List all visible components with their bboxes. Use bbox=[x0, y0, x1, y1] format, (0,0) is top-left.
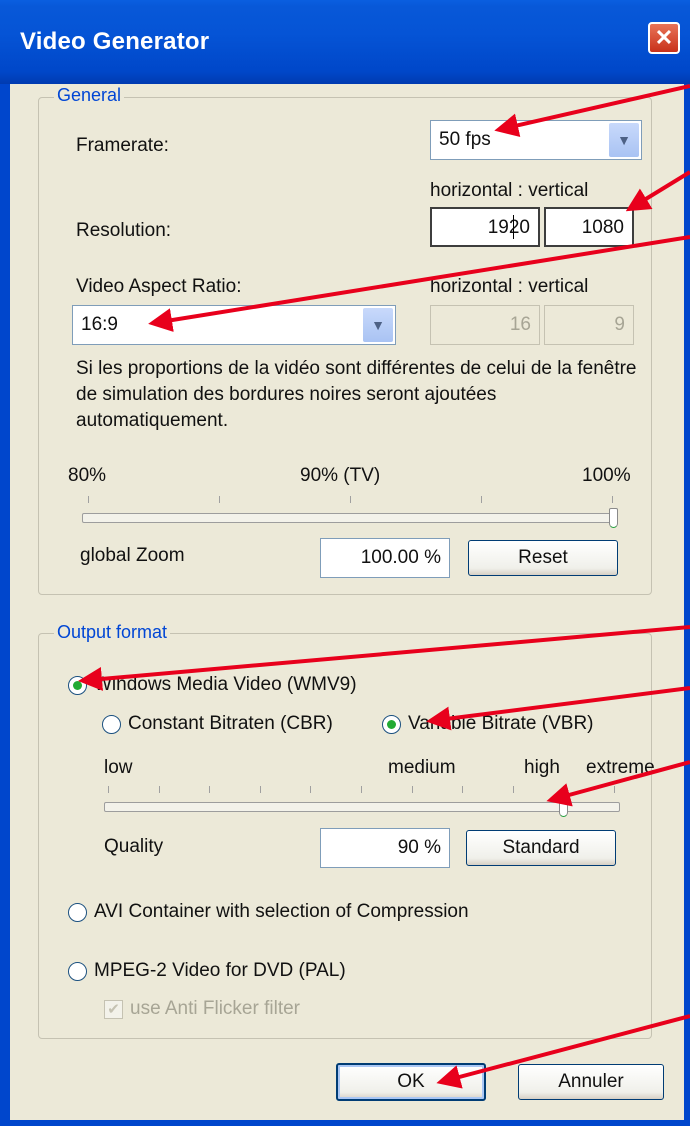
wmv-radio[interactable] bbox=[68, 676, 87, 695]
slider-tick bbox=[350, 496, 351, 503]
resolution-horizontal-input[interactable]: 1920 bbox=[430, 207, 540, 247]
window-title: Video Generator bbox=[20, 28, 210, 55]
slider-tick bbox=[158, 786, 160, 793]
chevron-down-icon[interactable]: ▼ bbox=[363, 308, 393, 342]
general-legend: General bbox=[54, 85, 125, 106]
aspect-ratio-value: 16:9 bbox=[81, 314, 118, 335]
zoom-label: global Zoom bbox=[80, 545, 185, 566]
antiflicker-label: use Anti Flicker filter bbox=[130, 998, 300, 1019]
framerate-value: 50 fps bbox=[439, 129, 491, 150]
resolution-vertical-input[interactable]: 1080 bbox=[544, 207, 634, 247]
cancel-button[interactable]: Annuler bbox=[518, 1064, 664, 1100]
slider-tick bbox=[411, 786, 413, 793]
aspect-hv-header: horizontal : vertical bbox=[430, 276, 589, 297]
zoom-mid-label: 90% (TV) bbox=[300, 465, 381, 486]
quality-value-field[interactable]: 90 % bbox=[320, 828, 450, 868]
cbr-radio[interactable] bbox=[102, 715, 121, 734]
close-icon[interactable]: ✕ bbox=[648, 22, 680, 54]
resolution-hv-header: horizontal : vertical bbox=[430, 180, 589, 201]
slider-tick bbox=[563, 786, 565, 793]
quality-high-label: high bbox=[524, 757, 560, 778]
quality-low-label: low bbox=[104, 757, 133, 778]
resolution-label: Resolution: bbox=[76, 220, 172, 241]
zoom-max-label: 100% bbox=[582, 465, 631, 486]
reset-button[interactable]: Reset bbox=[468, 540, 618, 576]
avi-radio[interactable] bbox=[68, 903, 87, 922]
quality-extreme-label: extreme bbox=[586, 757, 655, 778]
cbr-label[interactable]: Constant Bitraten (CBR) bbox=[128, 713, 333, 735]
wmv-label[interactable]: Windows Media Video (WMV9) bbox=[94, 674, 357, 696]
slider-tick bbox=[512, 786, 514, 793]
quality-label: Quality bbox=[104, 836, 164, 857]
slider-tick bbox=[612, 496, 613, 503]
slider-tick bbox=[88, 496, 89, 503]
title-bar: Video Generator ✕ bbox=[0, 0, 690, 84]
mpeg2-label[interactable]: MPEG-2 Video for DVD (PAL) bbox=[94, 960, 346, 982]
slider-tick bbox=[219, 496, 220, 503]
avi-label[interactable]: AVI Container with selection of Compress… bbox=[94, 901, 469, 923]
window-border-left bbox=[0, 84, 10, 1126]
text-cursor bbox=[513, 215, 514, 239]
zoom-min-label: 80% bbox=[68, 465, 107, 486]
aspect-ratio-label: Video Aspect Ratio: bbox=[76, 276, 242, 297]
slider-tick bbox=[481, 496, 482, 503]
window-border-right bbox=[684, 84, 690, 1126]
framerate-label: Framerate: bbox=[76, 135, 169, 156]
quality-slider-thumb[interactable] bbox=[559, 797, 569, 817]
slider-tick bbox=[462, 786, 464, 793]
aspect-horizontal-input: 16 bbox=[430, 305, 540, 345]
quality-slider-track[interactable] bbox=[104, 802, 620, 812]
chevron-down-icon[interactable]: ▼ bbox=[609, 123, 639, 157]
vbr-label[interactable]: Variable Bitrate (VBR) bbox=[408, 713, 594, 735]
slider-tick bbox=[209, 786, 211, 793]
slider-tick bbox=[361, 786, 362, 793]
output-legend: Output format bbox=[54, 622, 171, 643]
aspect-vertical-input: 9 bbox=[544, 305, 634, 345]
antiflicker-checkbox: ✔ bbox=[104, 1000, 123, 1019]
zoom-slider-thumb[interactable] bbox=[609, 508, 618, 528]
mpeg2-radio[interactable] bbox=[68, 962, 87, 981]
slider-tick bbox=[259, 786, 261, 793]
slider-tick bbox=[310, 786, 312, 793]
ok-button[interactable]: OK bbox=[336, 1063, 486, 1101]
window-border-bottom bbox=[0, 1120, 690, 1126]
quality-medium-label: medium bbox=[388, 757, 456, 778]
slider-tick bbox=[614, 786, 615, 793]
slider-tick bbox=[108, 786, 109, 793]
framerate-dropdown[interactable]: 50 fps ▼ bbox=[430, 120, 642, 160]
aspect-info-text: Si les proportions de la vidéo sont diff… bbox=[76, 358, 637, 431]
aspect-ratio-dropdown[interactable]: 16:9 ▼ bbox=[72, 305, 396, 345]
standard-button[interactable]: Standard bbox=[466, 830, 616, 866]
zoom-value-field[interactable]: 100.00 % bbox=[320, 538, 450, 578]
vbr-radio[interactable] bbox=[382, 715, 401, 734]
zoom-slider-track[interactable] bbox=[82, 513, 618, 523]
